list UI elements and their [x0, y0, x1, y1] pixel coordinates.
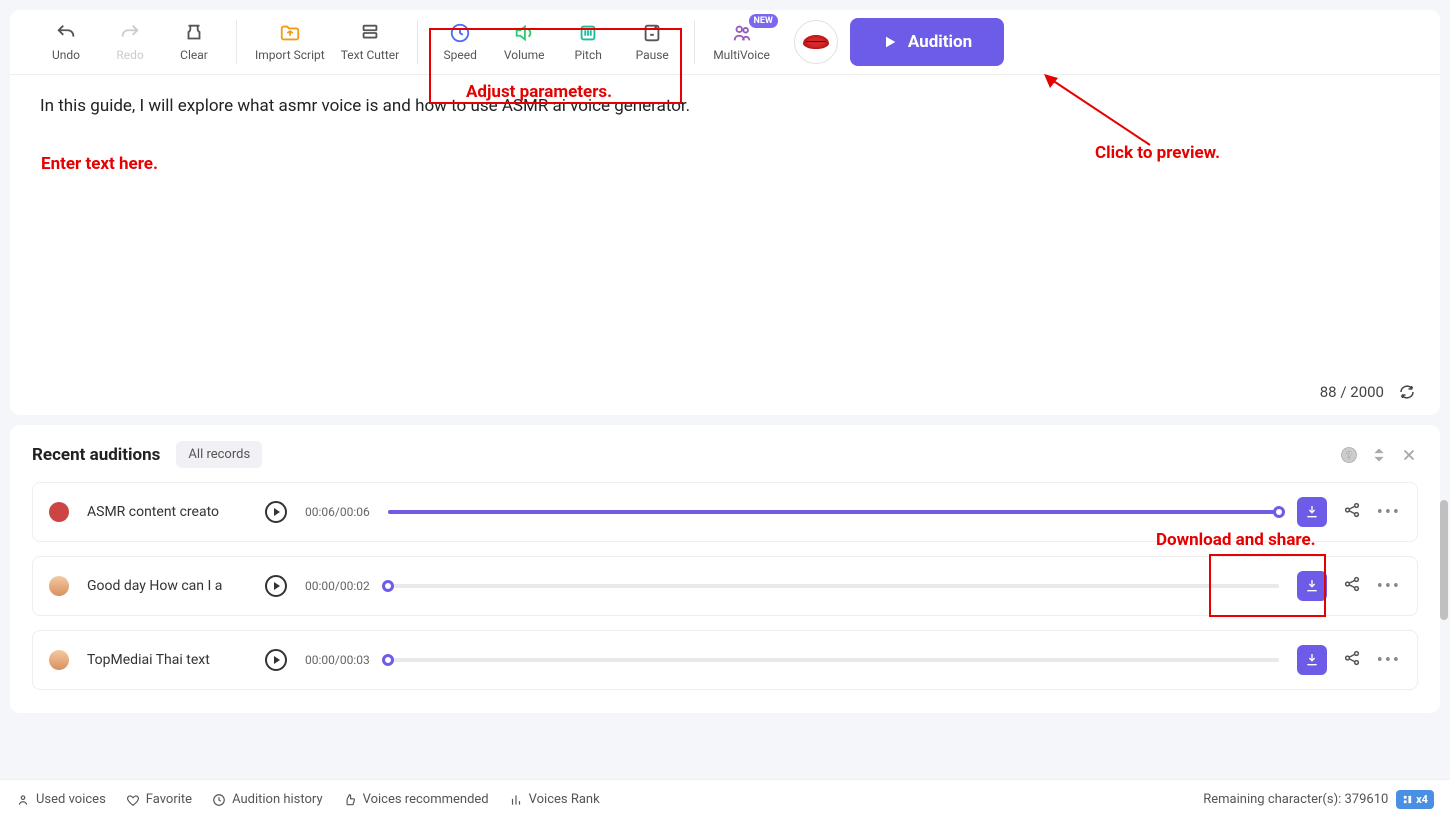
remaining-characters: Remaining character(s): 379610: [1203, 792, 1388, 807]
speed-badge-icon: [1402, 794, 1413, 805]
editor-panel: Undo Redo Clear Import Script Text Cutte…: [10, 10, 1440, 415]
redo-button[interactable]: Redo: [106, 22, 154, 62]
audition-row: TopMediai Thai text 00:00/00:03 •••: [32, 630, 1418, 690]
cutter-icon: [359, 22, 381, 44]
person-avatar-icon: [49, 576, 69, 596]
undo-button[interactable]: Undo: [42, 22, 90, 62]
pitch-icon: [577, 22, 599, 44]
multivoice-icon: [731, 22, 753, 44]
audio-track[interactable]: [388, 510, 1279, 514]
text-cutter-button[interactable]: Text Cutter: [341, 22, 400, 62]
voice-avatar[interactable]: [794, 20, 838, 64]
audition-time: 00:00/00:03: [305, 653, 370, 667]
favorite-button[interactable]: Favorite: [126, 792, 192, 807]
lips-icon: [803, 35, 829, 49]
play-icon: [882, 34, 898, 50]
download-icon: [1304, 504, 1320, 520]
new-badge: NEW: [749, 14, 778, 28]
audition-name: Good day How can I a: [87, 578, 247, 594]
download-icon: [1304, 652, 1320, 668]
audition-time: 00:00/00:02: [305, 579, 370, 593]
scrollbar[interactable]: [1440, 500, 1448, 620]
play-button[interactable]: [265, 649, 287, 671]
clear-button[interactable]: Clear: [170, 22, 218, 62]
brush-icon: [183, 22, 205, 44]
adjust-params-group: Speed Volume Pitch Pause: [424, 22, 688, 62]
voices-recommended-button[interactable]: Voices recommended: [343, 792, 489, 807]
multivoice-button[interactable]: NEW MultiVoice: [713, 22, 770, 62]
audition-row: ASMR content creato 00:06/00:06 •••: [32, 482, 1418, 542]
editor-text: In this guide, I will explore what asmr …: [40, 93, 1410, 120]
share-icon: [1343, 501, 1361, 519]
footer: Used voices Favorite Audition history Vo…: [0, 779, 1450, 819]
voices-rank-button[interactable]: Voices Rank: [509, 792, 600, 807]
auditions-title: Recent auditions: [32, 445, 160, 465]
play-button[interactable]: [265, 575, 287, 597]
speed-button[interactable]: Speed: [436, 22, 484, 62]
more-button[interactable]: •••: [1377, 576, 1401, 597]
audition-name: ASMR content creato: [87, 504, 247, 520]
share-button[interactable]: [1343, 649, 1361, 671]
pause-button[interactable]: Pause: [628, 22, 676, 62]
volume-icon: [513, 22, 535, 44]
refresh-icon[interactable]: [1398, 383, 1416, 401]
x4-badge[interactable]: x4: [1396, 790, 1434, 809]
thumbs-up-icon: [343, 793, 357, 807]
more-button[interactable]: •••: [1377, 502, 1401, 523]
pause-icon: [641, 22, 663, 44]
clock-icon: [212, 793, 226, 807]
sort-icon[interactable]: [1370, 446, 1388, 464]
user-icon: [16, 793, 30, 807]
all-records-button[interactable]: All records: [176, 441, 262, 468]
close-icon[interactable]: [1400, 446, 1418, 464]
undo-icon: [55, 22, 77, 44]
import-script-button[interactable]: Import Script: [255, 22, 325, 62]
speed-icon: [449, 22, 471, 44]
text-editor[interactable]: In this guide, I will explore what asmr …: [10, 75, 1440, 375]
audio-track[interactable]: [388, 584, 1279, 588]
audio-track[interactable]: [388, 658, 1279, 662]
more-button[interactable]: •••: [1377, 650, 1401, 671]
pitch-button[interactable]: Pitch: [564, 22, 612, 62]
share-button[interactable]: [1343, 501, 1361, 523]
redo-icon: [119, 22, 141, 44]
audition-row: Good day How can I a 00:00/00:02 •••: [32, 556, 1418, 616]
char-counter: 88 / 2000: [10, 375, 1440, 415]
used-voices-button[interactable]: Used voices: [16, 792, 106, 807]
folder-icon: [279, 22, 301, 44]
share-icon: [1343, 649, 1361, 667]
audition-name: TopMediai Thai text: [87, 652, 247, 668]
share-button[interactable]: [1343, 575, 1361, 597]
download-icon: [1304, 578, 1320, 594]
download-button[interactable]: [1297, 571, 1327, 601]
lips-avatar-icon: [49, 502, 69, 522]
rank-icon: [509, 793, 523, 807]
audition-time: 00:06/00:06: [305, 505, 370, 519]
person-avatar-icon: [49, 650, 69, 670]
audition-button[interactable]: Audition: [850, 18, 1004, 66]
auditions-panel: Recent auditions All records ? ASMR cont…: [10, 425, 1440, 713]
toolbar: Undo Redo Clear Import Script Text Cutte…: [10, 10, 1440, 75]
share-icon: [1343, 575, 1361, 593]
download-button[interactable]: [1297, 645, 1327, 675]
download-button[interactable]: [1297, 497, 1327, 527]
play-button[interactable]: [265, 501, 287, 523]
heart-icon: [126, 793, 140, 807]
help-icon[interactable]: ?: [1340, 446, 1358, 464]
svg-text:?: ?: [1346, 448, 1351, 461]
audition-history-button[interactable]: Audition history: [212, 792, 323, 807]
volume-button[interactable]: Volume: [500, 22, 548, 62]
